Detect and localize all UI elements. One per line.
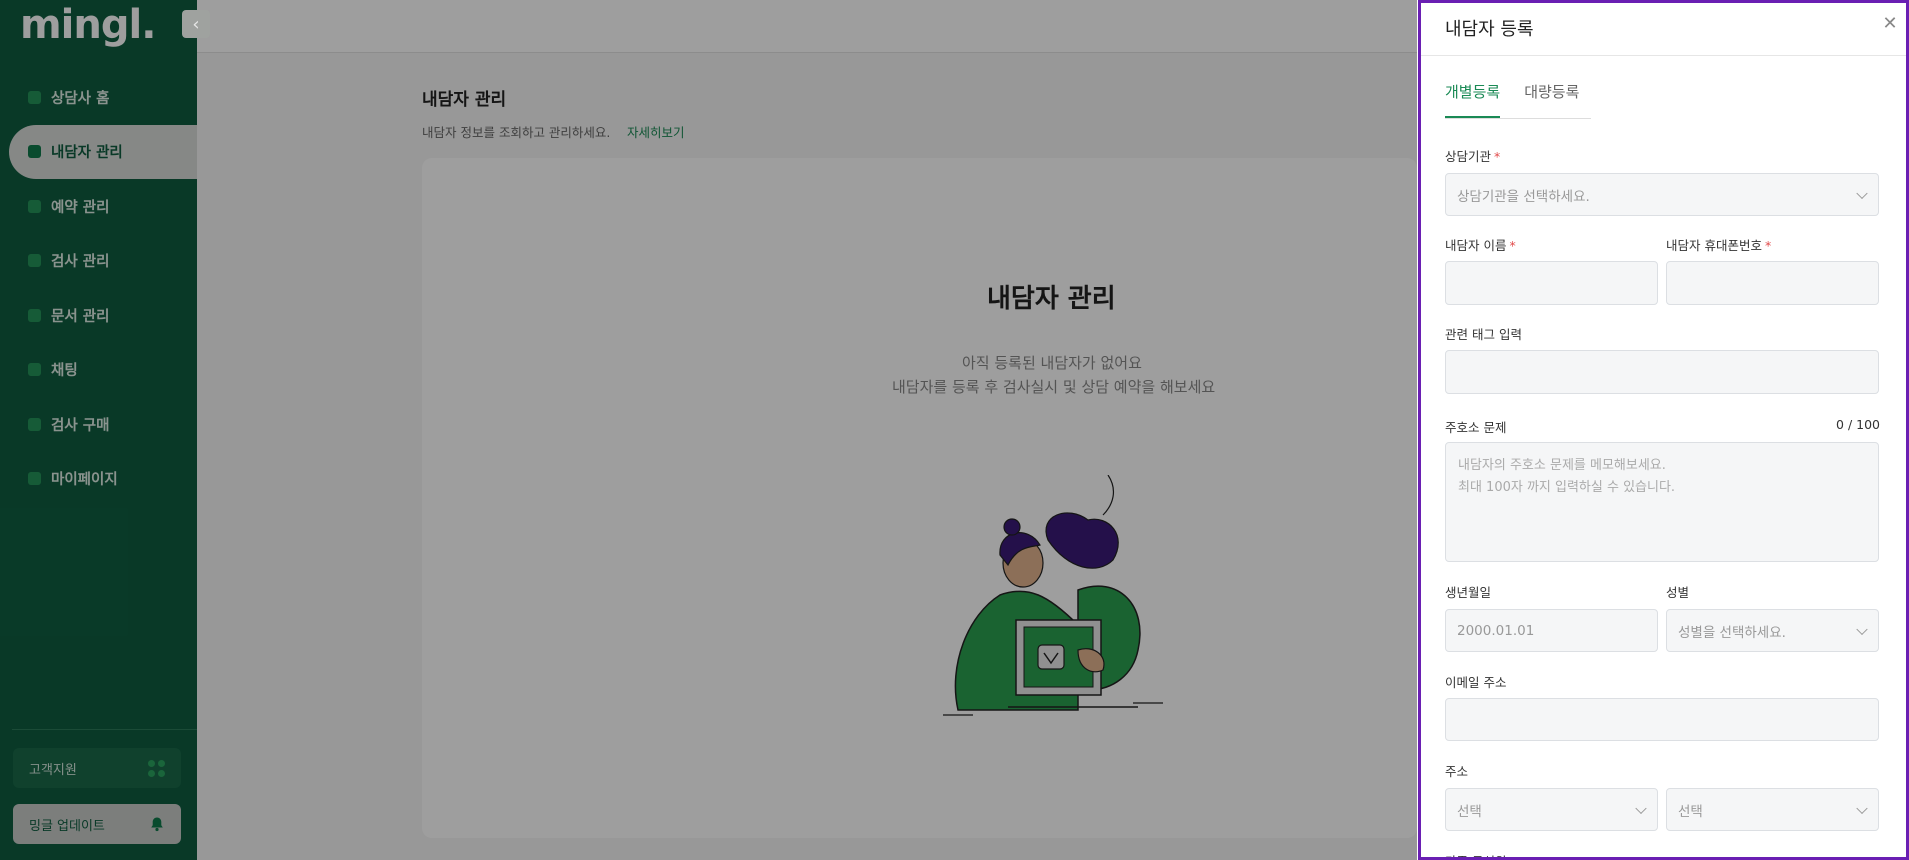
phone-input[interactable] xyxy=(1666,261,1879,305)
empty-state-illustration xyxy=(943,475,1163,716)
calendar-icon xyxy=(28,199,41,213)
address-select-city[interactable]: 선택 xyxy=(1445,788,1658,831)
chevron-left-icon: ‹ xyxy=(192,13,200,35)
chat-icon xyxy=(28,363,41,377)
sidebar-item-clients[interactable]: 내담자 관리 xyxy=(9,124,197,179)
close-icon[interactable]: ✕ xyxy=(1880,13,1900,34)
bell-icon xyxy=(151,817,163,832)
sidebar-item-purchase[interactable]: 검사 구매 xyxy=(0,397,197,452)
sidebar-item-label: 내담자 관리 xyxy=(51,145,123,162)
sidebar-item-label: 예약 관리 xyxy=(51,199,110,216)
sidebar-item-documents[interactable]: 문서 관리 xyxy=(0,288,197,343)
required-mark: * xyxy=(1509,238,1516,253)
chevron-down-icon xyxy=(1856,187,1868,199)
required-mark: * xyxy=(1494,149,1501,164)
drawer-header: 내담자 등록 ✕ xyxy=(1421,3,1906,56)
phone-label-text: 내담자 휴대폰번호 xyxy=(1666,238,1762,253)
sidebar-nav: 상담사 홈 내담자 관리 예약 관리 검사 관리 문서 관리 채팅 검사 구매 xyxy=(0,70,197,506)
birth-input[interactable]: 2000.01.01 xyxy=(1445,609,1658,652)
complaint-counter: 0 / 100 xyxy=(1836,417,1880,432)
complaint-placeholder-1: 내담자의 주호소 문제를 메모해보세요. xyxy=(1458,458,1666,473)
empty-state-hint: 내담자를 등록 후 검사실시 및 상담 예약을 해보세요 xyxy=(892,378,1216,396)
chevron-down-icon xyxy=(1856,623,1868,635)
test-icon xyxy=(28,254,41,268)
sidebar-item-label: 채팅 xyxy=(51,363,78,380)
chevron-down-icon xyxy=(1856,802,1868,814)
birth-label: 생년월일 xyxy=(1445,585,1492,600)
email-label: 이메일 주소 xyxy=(1445,675,1507,690)
sidebar-item-label: 문서 관리 xyxy=(51,308,110,325)
tag-label: 관련 태그 입력 xyxy=(1445,327,1522,342)
support-label: 고객지원 xyxy=(29,762,77,778)
update-label: 밍글 업데이트 xyxy=(29,818,105,834)
register-tabs: 개별등록 대량등록 xyxy=(1445,81,1592,119)
support-button[interactable]: 고객지원 xyxy=(13,748,181,788)
address-select-district-value: 선택 xyxy=(1678,803,1703,820)
sidebar-item-label: 마이페이지 xyxy=(51,472,118,489)
address-label: 주소 xyxy=(1445,764,1469,779)
sidebar-item-reservations[interactable]: 예약 관리 xyxy=(0,179,197,234)
support-icon xyxy=(148,759,165,777)
required-mark: * xyxy=(1764,238,1772,253)
org-select[interactable]: 상담기관을 선택하세요. xyxy=(1445,173,1879,216)
org-select-value: 상담기관을 선택하세요. xyxy=(1457,188,1590,205)
chevron-down-icon xyxy=(1635,802,1647,814)
gender-select[interactable]: 성별을 선택하세요. xyxy=(1666,609,1879,652)
org-label: 상담기관 * xyxy=(1445,146,1500,165)
details-link[interactable]: 자세히보기 xyxy=(627,122,685,141)
sidebar-item-mypage[interactable]: 마이페이지 xyxy=(0,452,197,507)
top-bar xyxy=(197,0,1417,53)
drawer-title: 내담자 등록 xyxy=(1445,19,1534,40)
gender-label: 성별 xyxy=(1666,585,1690,600)
name-label: 내담자 이름 * xyxy=(1445,235,1516,254)
name-label-text: 내담자 이름 xyxy=(1445,238,1507,253)
home-icon xyxy=(28,90,41,104)
cart-icon xyxy=(28,417,41,431)
collapse-sidebar-button[interactable]: ‹ xyxy=(182,10,210,38)
document-icon xyxy=(28,308,41,322)
address-select-city-value: 선택 xyxy=(1457,803,1482,820)
complaint-placeholder-2: 최대 100자 까지 입력하실 수 있습니다. xyxy=(1458,480,1676,495)
complaint-label: 주호소 문제 xyxy=(1445,420,1507,435)
client-icon xyxy=(28,145,41,159)
phone-label: 내담자 휴대폰번호 * xyxy=(1666,235,1771,254)
birth-placeholder: 2000.01.01 xyxy=(1457,622,1535,639)
empty-state-card xyxy=(422,158,1417,838)
sidebar-item-tests[interactable]: 검사 관리 xyxy=(0,234,197,289)
email-input[interactable] xyxy=(1445,698,1879,741)
org-label-text: 상담기관 xyxy=(1445,149,1492,164)
sidebar-item-chat[interactable]: 채팅 xyxy=(0,343,197,398)
page-subtitle: 내담자 정보를 조회하고 관리하세요. xyxy=(422,125,611,140)
sidebar-item-home[interactable]: 상담사 홈 xyxy=(0,70,197,125)
empty-state-message: 아직 등록된 내담자가 없어요 xyxy=(962,354,1142,372)
sidebar-item-label: 상담사 홈 xyxy=(51,90,110,107)
sidebar-divider xyxy=(12,729,197,730)
sidebar-item-label: 검사 구매 xyxy=(51,417,110,434)
empty-state-title: 내담자 관리 xyxy=(987,284,1116,314)
tab-bulk[interactable]: 대량등록 xyxy=(1524,81,1579,118)
tab-individual[interactable]: 개별등록 xyxy=(1445,81,1501,118)
sidebar-item-label: 검사 관리 xyxy=(51,254,110,271)
page-title: 내담자 관리 xyxy=(422,90,507,110)
address-select-district[interactable]: 선택 xyxy=(1666,788,1879,831)
tag-input[interactable] xyxy=(1445,350,1879,394)
mingl-logo[interactable]: mingl. xyxy=(20,2,156,48)
gender-select-value: 성별을 선택하세요. xyxy=(1678,624,1786,641)
user-icon xyxy=(28,472,41,486)
complaint-textarea[interactable]: 내담자의 주호소 문제를 메모해보세요. 최대 100자 까지 입력하실 수 있… xyxy=(1445,442,1879,562)
update-button[interactable]: 밍글 업데이트 xyxy=(13,804,181,844)
family-label: 가족 구성원 xyxy=(1445,851,1506,857)
client-register-drawer: 내담자 등록 ✕ 개별등록 대량등록 상담기관 * 상담기관을 선택하세요. 내담… xyxy=(1418,0,1909,860)
name-input[interactable] xyxy=(1445,261,1658,305)
sidebar: mingl. 상담사 홈 내담자 관리 예약 관리 검사 관리 문서 관리 채팅 xyxy=(0,0,197,860)
